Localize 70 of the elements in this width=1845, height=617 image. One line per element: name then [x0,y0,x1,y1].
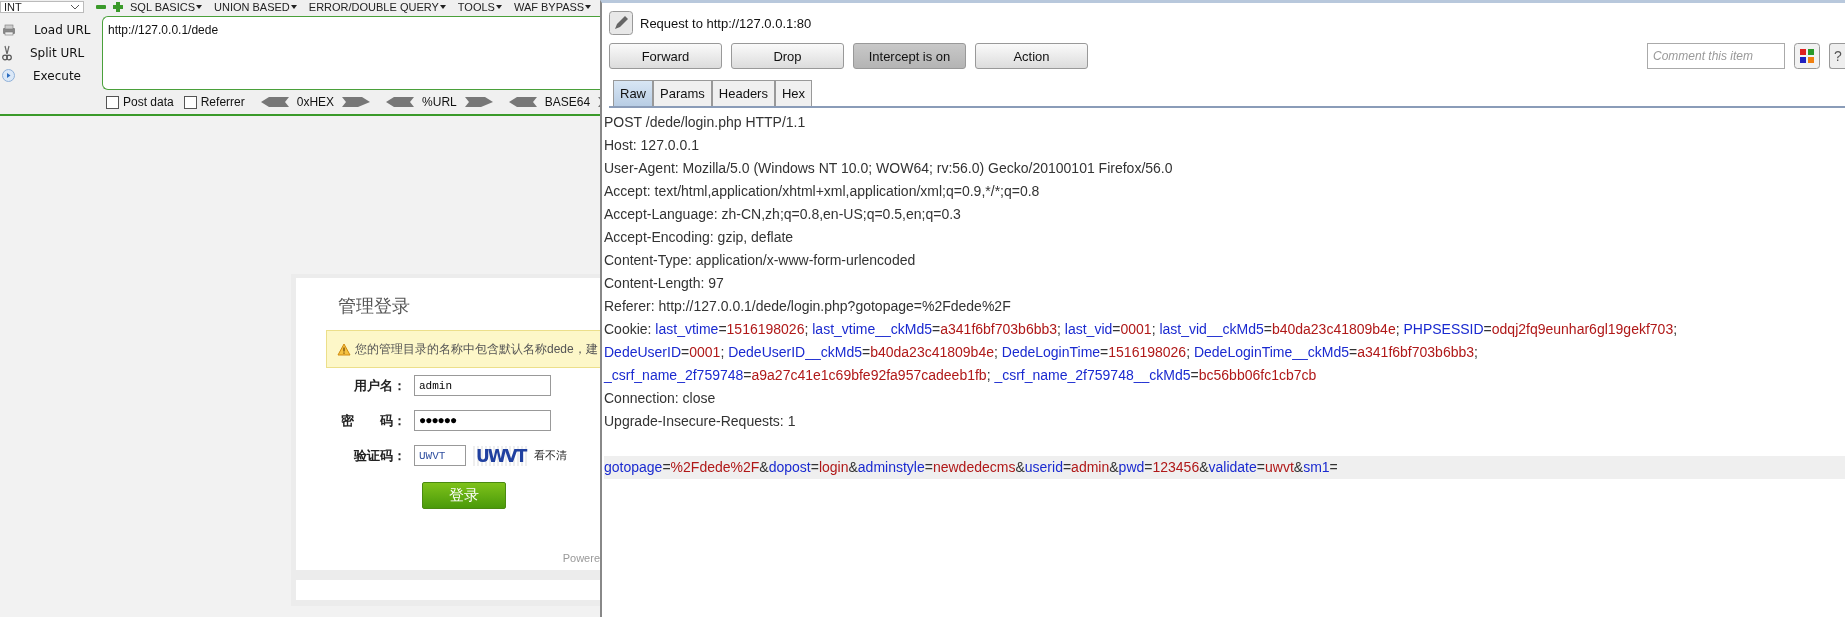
refresh-captcha-link[interactable]: 看不清 [534,448,568,463]
caret-icon [439,4,446,9]
encoding-label: BASE64 [544,95,591,109]
request-line: Cookie: last_vtime=1516198026; last_vtime__ckMd5=a341f6bf703b6bb3; last_vid=0001; last_vid__ckMd5=b40da23c41809b4e; PHPSESSID=odqj2fq9eunhar6gl19gekf703; [604,320,1679,339]
username-field[interactable]: admin [414,375,551,396]
right-arrow-button[interactable] [342,97,371,107]
warning-text: 您的管理目录的名称中包含默认名称dede，建 [355,340,598,358]
tab[interactable]: Hex [774,80,813,106]
captcha-field[interactable]: UWVT [414,445,466,466]
play-icon [2,69,15,82]
request-line: Referer: http://127.0.0.1/dede/login.php?gotopage=%2Fdede%2F [604,297,1012,316]
left-arrow-button[interactable] [260,97,289,107]
checkbox[interactable] [106,95,119,109]
caret-icon [290,4,297,9]
tab[interactable]: Headers [711,80,775,106]
request-line: Host: 127.0.0.1 [604,136,700,155]
request-title: Request to http://127.0.0.1:80 [640,15,812,31]
caret-icon [495,4,502,9]
request-line: Accept-Encoding: gzip, deflate [604,228,795,247]
help-button[interactable]: ? [1829,43,1845,69]
menu-item[interactable]: SQL BASICS [130,0,202,13]
login-title: 管理登录 [337,295,411,318]
hackbar-action-button[interactable]: Execute [19,68,81,83]
request-line: POST /dede/login.php HTTP/1.1 [604,113,807,132]
comment-field[interactable]: Comment this item [1647,43,1785,69]
tab[interactable]: Params [653,80,712,106]
request-line: Connection: close [604,389,717,408]
caret-icon [196,4,202,9]
checkbox-label: Post data [123,95,174,109]
scissors-icon [2,44,12,61]
toolbar-button[interactable]: Drop [731,43,844,69]
checkbox-label: Referrer [200,95,245,109]
request-line: _csrf_name_2f759748=a9a27c41e1c69bfe92fa957cadeeb1fb; _csrf_name_2f759748__ckMd5=bc56bb06fc1cb7cb [604,366,1318,385]
hackbar-action-button[interactable]: Load URL [20,22,91,37]
color-grid-icon[interactable] [1794,43,1820,69]
toolbar-button[interactable]: Action [975,43,1088,69]
caret-icon [70,3,80,10]
menu-item[interactable]: WAF BYPASS [513,0,592,13]
menu-item[interactable]: ERROR/DOUBLE QUERY [308,0,446,13]
request-line: Accept-Language: zh-CN,zh;q=0.8,en-US;q=0.5,en;q=0.3 [604,205,962,224]
captcha-image: UWVT [473,445,529,466]
left-arrow-button[interactable] [386,97,415,107]
powered-by-text: Powere [562,552,600,564]
field-label: 密 码： [340,411,406,430]
injection-type-select[interactable]: INT [0,0,84,13]
url-field[interactable]: http://127.0.0.1/dede [102,16,600,90]
right-arrow-button[interactable] [464,97,493,107]
toolbar-button[interactable]: Intercept is on [853,43,966,69]
hackbar-action-button[interactable]: Split URL [16,45,85,60]
request-line: Upgrade-Insecure-Requests: 1 [604,412,797,431]
password-field[interactable]: ●●●●●● [414,410,551,431]
field-label: 验证码： [352,446,406,465]
warning-icon [337,342,351,356]
request-line: DedeUserID=0001; DedeUserID__ckMd5=b40da23c41809b4e; DedeLoginTime=1516198026; DedeLoginTime__ckMd5=a341f6bf703b6bb3; [604,343,1479,362]
pencil-icon [609,11,633,35]
menu-item[interactable]: UNION BASED [214,0,297,13]
request-line: Content-Type: application/x-www-form-urlencoded [604,251,917,270]
left-arrow-button[interactable] [508,97,537,107]
menu-item[interactable]: TOOLS [457,0,502,13]
request-line: Content-Length: 97 [604,274,725,293]
tab[interactable]: Raw [613,80,653,106]
encoding-label: 0xHEX [296,95,335,109]
field-label: 用户名： [353,376,406,395]
request-line: User-Agent: Mozilla/5.0 (Windows NT 10.0; WOW64; rv:56.0) Gecko/20100101 Firefox/56.0 [604,159,1174,178]
toolbar-button[interactable]: Forward [609,43,722,69]
request-body: gotopage=%2Fdede%2F&dopost=login&adminstyle=newdedecms&userid=admin&pwd=123456&validate=uwvt&sm1= [604,456,1845,479]
caret-icon [585,4,592,9]
request-line: Accept: text/html,application/xhtml+xml,application/xml;q=0.9,*/*;q=0.8 [604,182,1041,201]
encoding-label: %URL [422,95,457,109]
checkbox[interactable] [183,95,197,109]
